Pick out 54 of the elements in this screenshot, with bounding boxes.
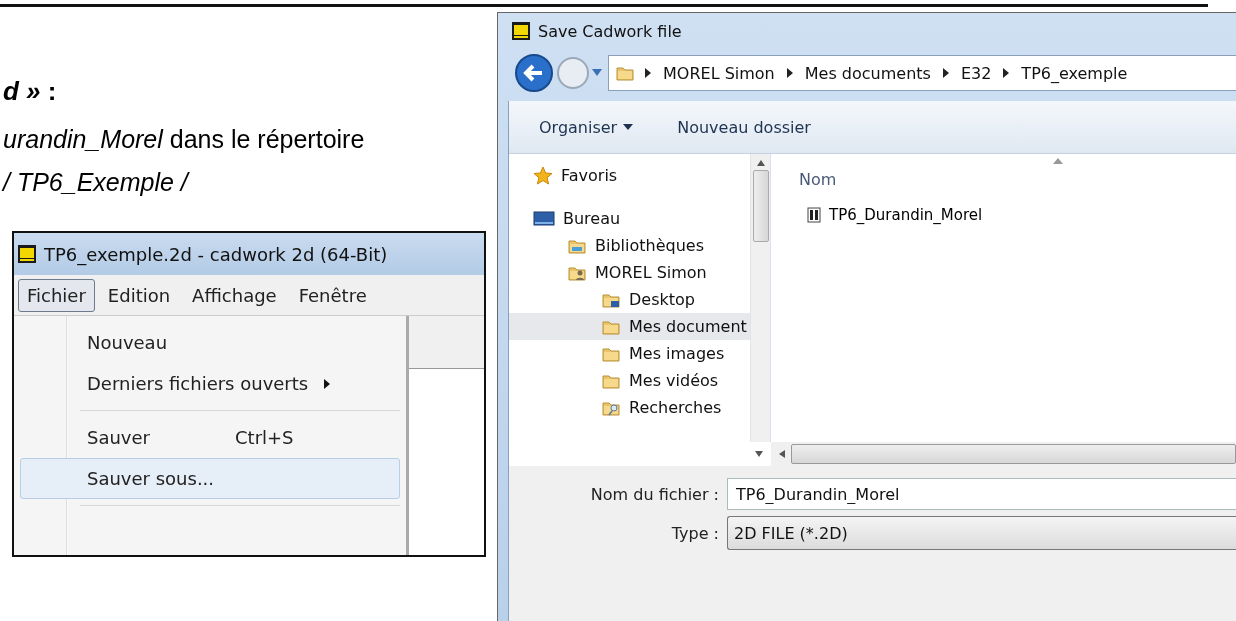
- menu-bar-item[interactable]: Fichier: [18, 278, 95, 312]
- app-logo-icon: [512, 22, 530, 40]
- instruction-text: urandin_Morel dans le répertoire: [3, 125, 366, 154]
- scrollbar-thumb[interactable]: [752, 170, 769, 242]
- toolbar-button[interactable]: Organiser: [535, 113, 638, 141]
- breadcrumb-arrow-icon: [786, 68, 793, 78]
- type-label: Type :: [670, 523, 720, 543]
- back-button[interactable]: [514, 53, 554, 93]
- column-header[interactable]: Nom: [799, 170, 837, 189]
- file-icon: [807, 207, 821, 223]
- menu-item[interactable]: Derniers fichiers ouverts: [20, 363, 400, 404]
- filename-field[interactable]: TP6_Durandin_Morel: [727, 478, 1236, 510]
- nav-item[interactable]: Desktop: [509, 286, 750, 313]
- desktop-icon: [533, 209, 555, 228]
- dialog-title: Save Cadwork file: [538, 21, 682, 41]
- filename-label: Nom du fichier :: [589, 484, 720, 504]
- breadcrumb-arrow-icon: [1003, 68, 1010, 78]
- breadcrumb-item[interactable]: E32: [958, 63, 994, 83]
- breadcrumb-item[interactable]: Mes documents: [802, 63, 933, 83]
- breadcrumb-arrow-icon: [645, 68, 651, 78]
- file-item[interactable]: TP6_Durandin_Morel: [799, 206, 1236, 224]
- file-type-dropdown[interactable]: 2D FILE (*.2D): [727, 516, 1236, 550]
- app-logo-icon: [18, 245, 36, 263]
- menu-item[interactable]: Sauver sous...: [20, 458, 400, 499]
- menu-bar-item[interactable]: Affichage: [183, 278, 286, 312]
- menu-item[interactable]: Nouveau: [20, 322, 400, 363]
- dropdown-arrow-icon: [592, 69, 602, 77]
- breadcrumb-item[interactable]: TP6_exemple: [1019, 63, 1130, 83]
- nav-item[interactable]: Favoris: [509, 162, 750, 189]
- horizontal-scrollbar[interactable]: [771, 442, 1236, 466]
- nav-item[interactable]: Bibliothèques: [509, 232, 750, 259]
- toolbar-button[interactable]: Nouveau dossier: [673, 113, 815, 141]
- nav-item[interactable]: Mes document: [509, 313, 750, 340]
- window-title: TP6_exemple.2d - cadwork 2d (64-Bit): [44, 243, 388, 265]
- breadcrumb-arrow-icon: [942, 68, 949, 78]
- vertical-scrollbar[interactable]: [750, 154, 770, 442]
- nav-item[interactable]: MOREL Simon: [509, 259, 750, 286]
- nav-item[interactable]: Recherches: [509, 394, 750, 421]
- nav-item[interactable]: Mes vidéos: [509, 367, 750, 394]
- nav-item[interactable]: Bureau: [509, 205, 750, 232]
- star-icon: [533, 165, 553, 186]
- folder-icon: [615, 64, 635, 82]
- scroll-up-icon: [756, 160, 765, 166]
- menu-bar-item[interactable]: Edition: [98, 278, 180, 312]
- section-heading: d » :: [3, 76, 58, 107]
- sort-arrow-icon: [1053, 158, 1063, 164]
- scroll-left-icon: [779, 450, 785, 458]
- submenu-arrow-icon: [323, 377, 331, 390]
- menu-bar-item[interactable]: Fenêtre: [289, 278, 376, 312]
- scroll-down-icon: [755, 451, 763, 457]
- folder-path-text: / TP6_Exemple /: [3, 168, 191, 197]
- nav-item[interactable]: Mes images: [509, 340, 750, 367]
- breadcrumb-item[interactable]: MOREL Simon: [661, 63, 777, 83]
- menu-item[interactable]: Sauver Ctrl+S: [20, 417, 400, 458]
